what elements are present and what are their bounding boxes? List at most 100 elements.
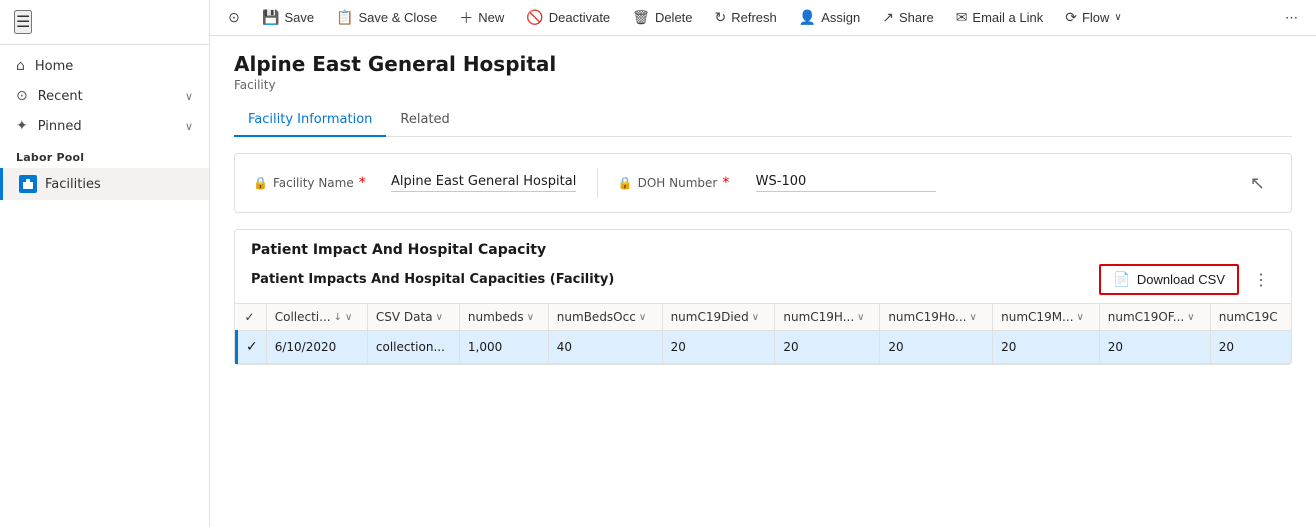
history-button[interactable]: ⊙ <box>218 2 250 34</box>
flow-icon: ⟳ <box>1065 9 1077 26</box>
content-area: Alpine East General Hospital Facility Fa… <box>210 36 1316 527</box>
refresh-label: Refresh <box>731 10 777 25</box>
recent-expand-icon: ∨ <box>185 90 193 103</box>
download-csv-label: Download CSV <box>1137 272 1225 287</box>
collecti-filter-icon[interactable]: ∨ <box>345 312 352 323</box>
sidebar-item-pinned-label: Pinned <box>38 119 82 134</box>
sub-section-title: Patient Impact And Hospital Capacity <box>251 242 1275 258</box>
facility-name-field: 🔒 Facility Name * Alpine East General Ho… <box>253 174 577 192</box>
row-numc19last: 20 <box>1210 331 1291 364</box>
numc19of-filter-icon[interactable]: ∨ <box>1187 312 1194 323</box>
col-csv-data[interactable]: CSV Data ∨ <box>367 304 459 331</box>
table-more-button[interactable]: ⋮ <box>1247 266 1275 294</box>
collecti-sort-icon: ↓ <box>334 312 342 323</box>
email-link-button[interactable]: ✉ Email a Link <box>946 2 1054 34</box>
more-options-button[interactable]: ⋯ <box>1275 2 1308 34</box>
row-csv-data: collection... <box>367 331 459 364</box>
email-icon: ✉ <box>956 9 968 26</box>
check-header-icon: ✓ <box>245 310 255 324</box>
sidebar-header: ☰ <box>0 0 209 45</box>
share-label: Share <box>899 10 934 25</box>
delete-label: Delete <box>655 10 693 25</box>
col-numc19of[interactable]: numC19OF... ∨ <box>1099 304 1210 331</box>
page-title: Alpine East General Hospital <box>234 52 1292 76</box>
numbeds-filter-icon[interactable]: ∨ <box>527 312 534 323</box>
sub-section-actions: Patient Impacts And Hospital Capacities … <box>251 264 1275 295</box>
hamburger-menu-button[interactable]: ☰ <box>14 10 32 34</box>
doh-number-value[interactable]: WS-100 <box>756 174 936 192</box>
col-numc19ho[interactable]: numC19Ho... ∨ <box>880 304 993 331</box>
recent-icon: ⊙ <box>16 88 28 104</box>
row-collecti: 6/10/2020 <box>266 331 367 364</box>
numc19ho-filter-icon[interactable]: ∨ <box>969 312 976 323</box>
delete-icon: 🗑 <box>632 9 650 26</box>
download-csv-icon: 📄 <box>1113 271 1130 288</box>
page-subtitle: Facility <box>234 78 1292 92</box>
sub-section-header: Patient Impact And Hospital Capacity Pat… <box>235 230 1291 304</box>
table-more-icon: ⋮ <box>1253 270 1269 290</box>
facility-name-value[interactable]: Alpine East General Hospital <box>391 174 576 192</box>
table-row[interactable]: ✓ 6/10/2020 collection... 1,000 40 <box>237 331 1292 364</box>
save-button[interactable]: 💾 Save <box>252 2 324 34</box>
email-link-label: Email a Link <box>972 10 1043 25</box>
delete-button[interactable]: 🗑 Delete <box>622 2 702 34</box>
col-numc19h[interactable]: numC19H... ∨ <box>775 304 880 331</box>
col-collecti[interactable]: Collecti... ↓ ∨ <box>266 304 367 331</box>
history-icon: ⊙ <box>228 9 240 26</box>
save-icon: 💾 <box>262 9 279 26</box>
required-asterisk: * <box>359 175 366 191</box>
facilities-icon <box>22 178 34 190</box>
sidebar-item-recent[interactable]: ⊙ Recent ∨ <box>0 81 209 111</box>
main-area: ⊙ 💾 Save 📋 Save & Close ＋ New 🚫 Deactiva… <box>210 0 1316 527</box>
save-close-label: Save & Close <box>359 10 438 25</box>
flow-button[interactable]: ⟳ Flow ∨ <box>1055 2 1132 34</box>
assign-button[interactable]: 👤 Assign <box>789 2 870 34</box>
field-divider <box>597 168 598 198</box>
sidebar-item-facilities[interactable]: Facilities <box>0 168 209 200</box>
row-numc19of: 20 <box>1099 331 1210 364</box>
numbedsOcc-filter-icon[interactable]: ∨ <box>639 312 646 323</box>
refresh-button[interactable]: ↻ Refresh <box>705 2 787 34</box>
row-numbeds: 1,000 <box>459 331 548 364</box>
col-numc19died[interactable]: numC19Died ∨ <box>662 304 775 331</box>
sidebar-navigation: ⌂ Home ⊙ Recent ∨ ✦ Pinned ∨ Labor Pool … <box>0 45 209 527</box>
sidebar-item-recent-label: Recent <box>38 89 83 104</box>
col-numbedsOcc[interactable]: numBedsOcc ∨ <box>548 304 662 331</box>
more-icon: ⋯ <box>1285 10 1298 26</box>
assign-icon: 👤 <box>799 9 816 26</box>
deactivate-button[interactable]: 🚫 Deactivate <box>516 2 620 34</box>
form-section: 🔒 Facility Name * Alpine East General Ho… <box>234 153 1292 213</box>
deactivate-icon: 🚫 <box>526 9 543 26</box>
new-label: New <box>478 10 504 25</box>
form-row: 🔒 Facility Name * Alpine East General Ho… <box>253 168 1273 198</box>
row-numc19m: 20 <box>993 331 1100 364</box>
sidebar-item-pinned[interactable]: ✦ Pinned ∨ <box>0 111 209 141</box>
numc19died-filter-icon[interactable]: ∨ <box>752 312 759 323</box>
numc19h-filter-icon[interactable]: ∨ <box>857 312 864 323</box>
col-numc19m[interactable]: numC19M... ∨ <box>993 304 1100 331</box>
table-header-row: ✓ Collecti... ↓ ∨ CSV Da <box>237 304 1292 331</box>
download-csv-button[interactable]: 📄 Download CSV <box>1099 264 1239 295</box>
new-button[interactable]: ＋ New <box>449 2 514 34</box>
cursor-indicator: ↖ <box>1250 173 1265 194</box>
col-numc19last[interactable]: numC19C <box>1210 304 1291 331</box>
tabs: Facility Information Related <box>234 104 1292 137</box>
lock-icon: 🔒 <box>253 176 268 190</box>
save-close-button[interactable]: 📋 Save & Close <box>326 2 447 34</box>
col-check: ✓ <box>237 304 267 331</box>
doh-number-label: 🔒 DOH Number * <box>618 175 748 191</box>
col-numbeds[interactable]: numbeds ∨ <box>459 304 548 331</box>
sidebar-item-home[interactable]: ⌂ Home <box>0 51 209 81</box>
csv-filter-icon[interactable]: ∨ <box>436 312 443 323</box>
tab-facility-information[interactable]: Facility Information <box>234 104 386 137</box>
numc19m-filter-icon[interactable]: ∨ <box>1077 312 1084 323</box>
sub-section-subtitle: Patient Impacts And Hospital Capacities … <box>251 272 614 287</box>
share-icon: ↗ <box>882 9 894 26</box>
share-button[interactable]: ↗ Share <box>872 2 943 34</box>
sidebar-item-facilities-label: Facilities <box>45 177 101 192</box>
tab-related[interactable]: Related <box>386 104 463 137</box>
sidebar-section-label: Labor Pool <box>0 141 209 168</box>
sidebar: ☰ ⌂ Home ⊙ Recent ∨ ✦ Pinned ∨ Labor Poo… <box>0 0 210 527</box>
new-icon: ＋ <box>459 8 473 28</box>
doh-lock-icon: 🔒 <box>618 176 633 190</box>
